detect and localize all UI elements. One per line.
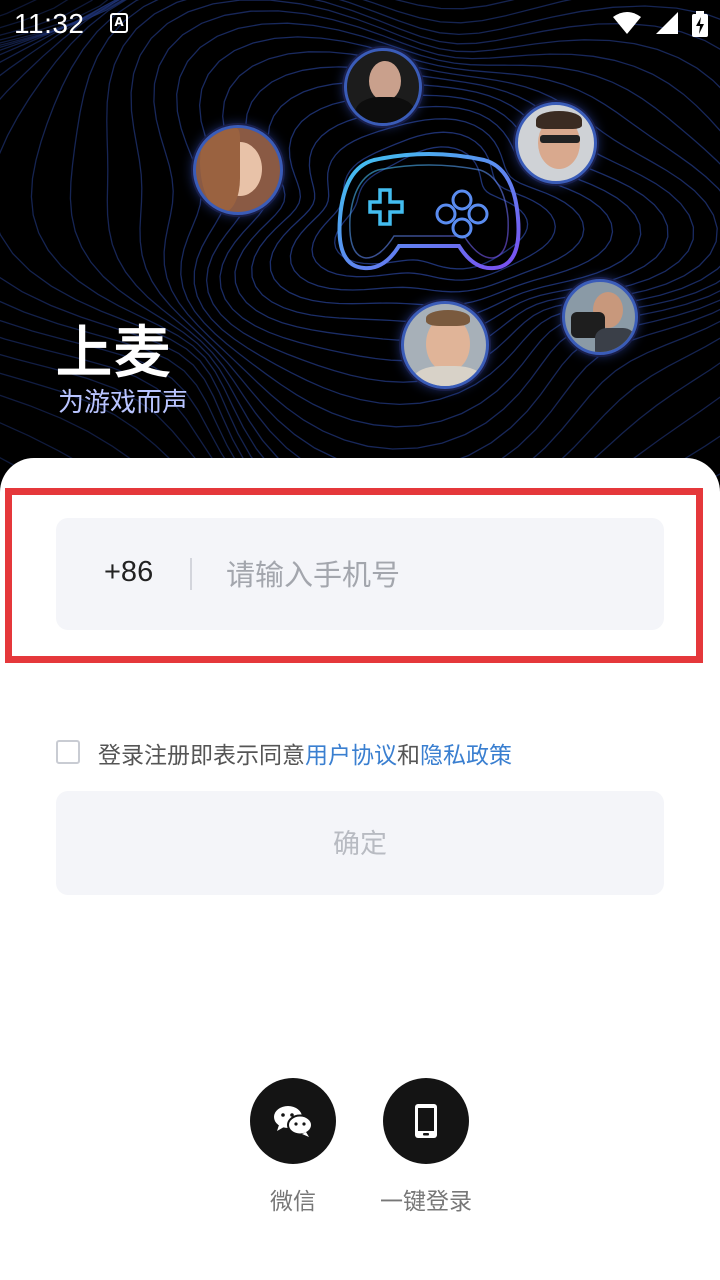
agreement-checkbox[interactable] <box>56 740 80 764</box>
status-time: 11:32 <box>14 8 85 39</box>
hero-banner: 11:32 A 上麦 为游戏而声 <box>0 0 720 520</box>
avatar-man-glasses <box>515 102 597 184</box>
privacy-policy-link[interactable]: 隐私政策 <box>420 743 512 769</box>
status-icons <box>604 11 708 37</box>
country-code[interactable]: +86 <box>104 556 153 589</box>
wechat-icon <box>274 1106 313 1137</box>
status-bar: 11:32 A <box>0 0 720 50</box>
phone-number-input[interactable] <box>224 544 648 606</box>
wechat-circle[interactable] <box>250 1078 336 1164</box>
avatar-man-smiling <box>401 301 489 389</box>
avatar-man-camera <box>562 279 638 355</box>
battery-charging-icon <box>692 11 708 37</box>
confirm-button[interactable]: 确定 <box>56 791 664 895</box>
one-click-circle[interactable] <box>383 1078 469 1164</box>
login-screen: 11:32 A 上麦 为游戏而声 +86 请输入手机号 登录注册即表示同意用户协… <box>0 0 720 1280</box>
one-click-label: 一键登录 <box>380 1189 472 1215</box>
wechat-login-button[interactable]: 微信 <box>238 1078 348 1216</box>
agreement-and: 和 <box>397 743 420 769</box>
phone-icon <box>415 1104 437 1138</box>
avatar-woman <box>193 125 283 215</box>
phone-divider <box>190 558 192 590</box>
agreement-prefix: 登录注册即表示同意 <box>98 743 305 769</box>
wifi-icon <box>612 12 641 34</box>
avatar-man-dark <box>344 48 422 126</box>
wechat-label: 微信 <box>270 1189 316 1215</box>
phone-input-row[interactable]: +86 <box>56 518 664 630</box>
one-click-login-button[interactable]: 一键登录 <box>371 1078 481 1216</box>
app-slogan: 为游戏而声 <box>58 388 189 418</box>
cellular-signal-icon <box>655 12 678 34</box>
notification-app-icon: A <box>110 13 128 33</box>
user-agreement-link[interactable]: 用户协议 <box>305 743 397 769</box>
gamepad-icon <box>337 152 521 271</box>
agreement-text: 登录注册即表示同意用户协议和隐私政策 <box>98 736 512 770</box>
app-title: 上麦 <box>56 321 172 386</box>
